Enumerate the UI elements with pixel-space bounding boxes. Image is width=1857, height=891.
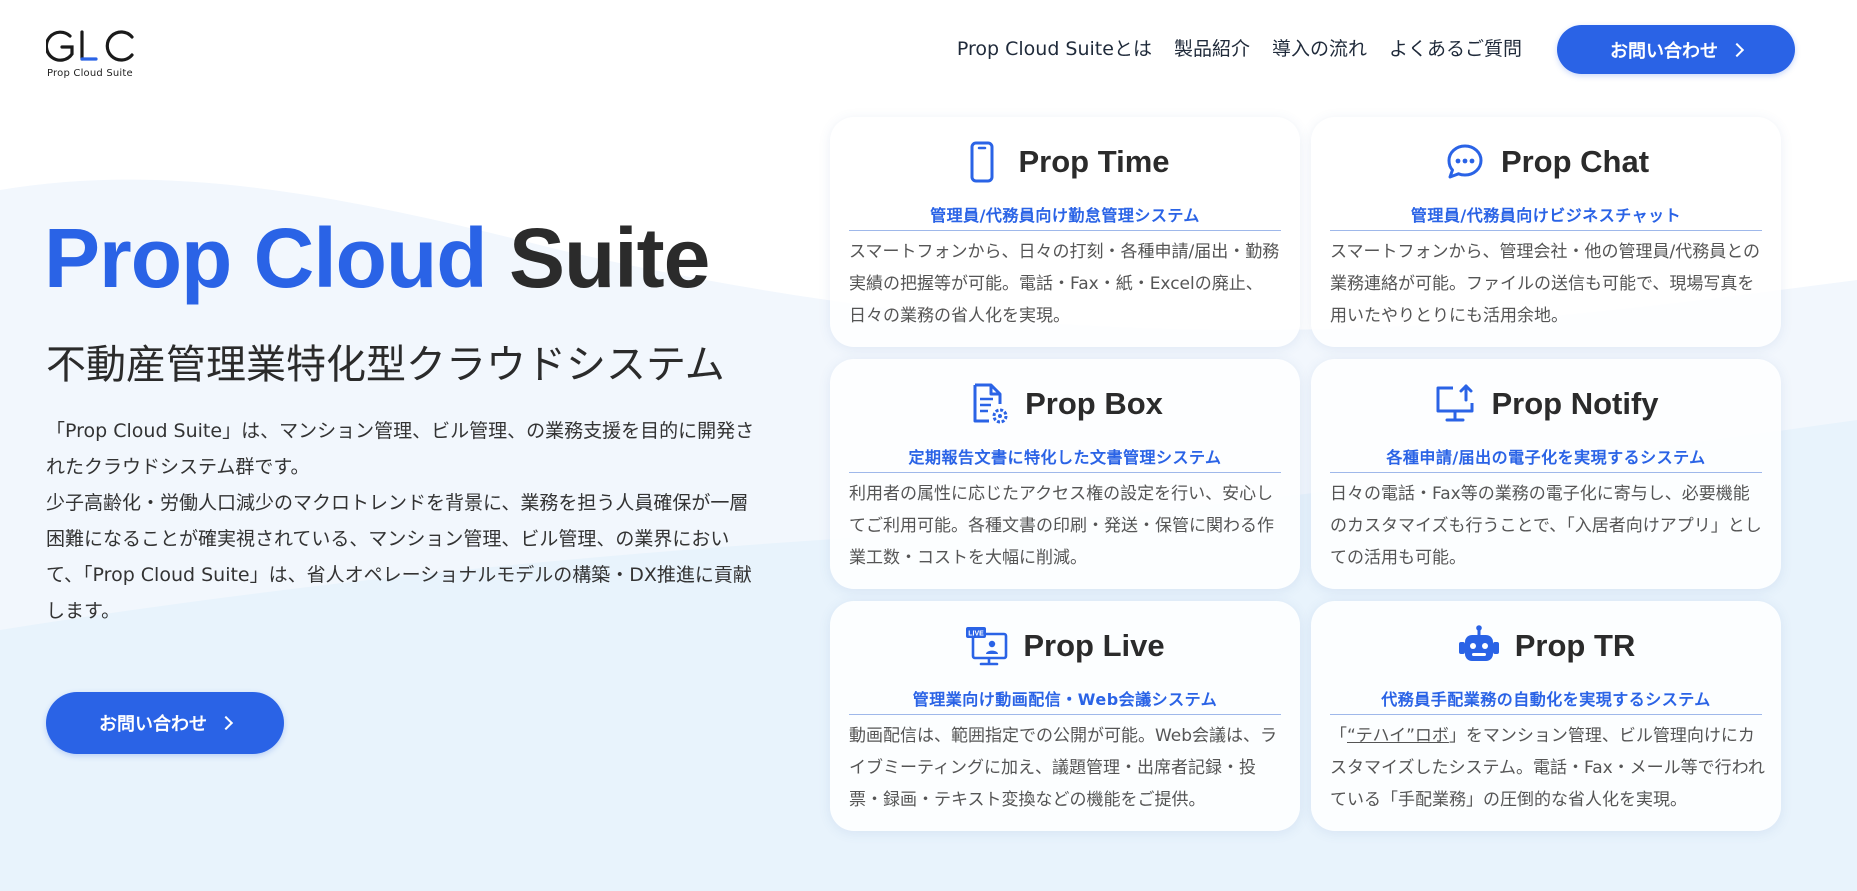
smartphone-icon	[970, 141, 994, 183]
document-gear-icon	[973, 383, 1008, 424]
hero-description: 「Prop Cloud Suite」は、マンション管理、ビル管理、の業務支援を目…	[46, 413, 756, 629]
chevron-right-icon	[218, 715, 234, 731]
main-nav: Prop Cloud Suiteとは 製品紹介 導入の流れ よくあるご質問	[957, 34, 1522, 61]
product-title: Prop Box	[1025, 386, 1163, 421]
chevron-right-icon	[1729, 42, 1745, 57]
product-description: スマートフォンから、日々の打刻・各種申請/届出・勤務実績の把握等が可能。電話・F…	[849, 242, 1280, 326]
product-tagline: 各種申請/届出の電子化を実現するシステム	[1330, 444, 1762, 473]
hero-contact-button[interactable]: お問い合わせ	[46, 692, 284, 754]
product-tagline: 管理員/代務員向け勤怠管理システム	[849, 202, 1281, 231]
product-card-prop-notify[interactable]: Prop Notify 各種申請/届出の電子化を実現するシステム 日々の電話・F…	[1311, 359, 1781, 589]
hero-description-1: 「Prop Cloud Suite」は、マンション管理、ビル管理、の業務支援を目…	[46, 420, 755, 478]
product-tagline: 定期報告文書に特化した文書管理システム	[849, 444, 1281, 473]
product-card-prop-tr[interactable]: Prop TR 代務員手配業務の自動化を実現するシステム 「“テハイ”ロボ」をマ…	[1311, 601, 1781, 831]
live-badge-label: LIVE	[969, 631, 985, 638]
header-contact-label: お問い合わせ	[1610, 40, 1718, 62]
hero-title-dark: Suite	[508, 211, 710, 305]
product-card-prop-live[interactable]: LIVE Prop Live 管理業向け動画配信・Web会議システム 動画配信は…	[830, 601, 1300, 831]
product-title: Prop Chat	[1500, 144, 1650, 179]
hero-title: Prop Cloud Suite	[44, 210, 710, 307]
product-card-prop-box[interactable]: Prop Box 定期報告文書に特化した文書管理システム 利用者の属性に応じたア…	[830, 359, 1300, 589]
product-description: 日々の電話・Fax等の業務の電子化に寄与し、必要機能のカスタマイズも行うことで、…	[1330, 484, 1762, 568]
product-tagline: 管理員/代務員向けビジネスチャット	[1330, 202, 1762, 231]
product-description-prefix: 「	[1330, 726, 1347, 746]
nav-item-flow[interactable]: 導入の流れ	[1272, 34, 1367, 61]
product-card-prop-chat[interactable]: Prop Chat 管理員/代務員向けビジネスチャット スマートフォンから、管理…	[1311, 117, 1781, 347]
product-title: Prop Live	[1023, 628, 1165, 663]
header-contact-button[interactable]: お問い合わせ	[1557, 25, 1795, 74]
product-description: 「“テハイ”ロボ」をマンション管理、ビル管理向けにカスタマイズしたシステム。電話…	[1330, 720, 1766, 816]
live-stream-icon: LIVE	[966, 627, 1008, 666]
glc-logo[interactable]: Prop Cloud Suite	[46, 28, 146, 79]
logo-subtitle: Prop Cloud Suite	[47, 68, 133, 79]
chat-bubble-icon	[1447, 144, 1483, 179]
hero-contact-label: お問い合わせ	[99, 714, 207, 735]
product-tagline: 代務員手配業務の自動化を実現するシステム	[1330, 686, 1762, 715]
product-card-prop-time[interactable]: Prop Time 管理員/代務員向け勤怠管理システム スマートフォンから、日々…	[830, 117, 1300, 347]
tehai-robo-link[interactable]: “テハイ”ロボ	[1347, 726, 1449, 746]
nav-item-about[interactable]: Prop Cloud Suiteとは	[957, 34, 1152, 61]
hero-description-2: 少子高齢化・労働人口減少のマクロトレンドを背景に、業務を担う人員確保が一層困難に…	[46, 492, 752, 622]
glc-logo-mark	[46, 30, 134, 62]
monitor-upload-icon	[1436, 384, 1474, 422]
hero-title-blue: Prop Cloud	[44, 211, 488, 305]
product-title: Prop Notify	[1491, 386, 1659, 421]
robot-icon	[1458, 625, 1499, 661]
nav-item-products[interactable]: 製品紹介	[1174, 34, 1250, 61]
hero-subtitle: 不動産管理業特化型クラウドシステム	[46, 342, 725, 388]
nav-item-faq[interactable]: よくあるご質問	[1389, 34, 1522, 61]
product-title: Prop TR	[1514, 628, 1636, 663]
product-description: 利用者の属性に応じたアクセス権の設定を行い、安心してご利用可能。各種文書の印刷・…	[849, 484, 1274, 568]
product-description: 動画配信は、範囲指定での公開が可能。Web会議は、ライブミーティングに加え、議題…	[849, 726, 1278, 810]
product-title: Prop Time	[1018, 144, 1170, 179]
product-description: スマートフォンから、管理会社・他の管理員/代務員との業務連絡が可能。ファイルの送…	[1330, 242, 1761, 326]
product-tagline: 管理業向け動画配信・Web会議システム	[849, 686, 1281, 715]
